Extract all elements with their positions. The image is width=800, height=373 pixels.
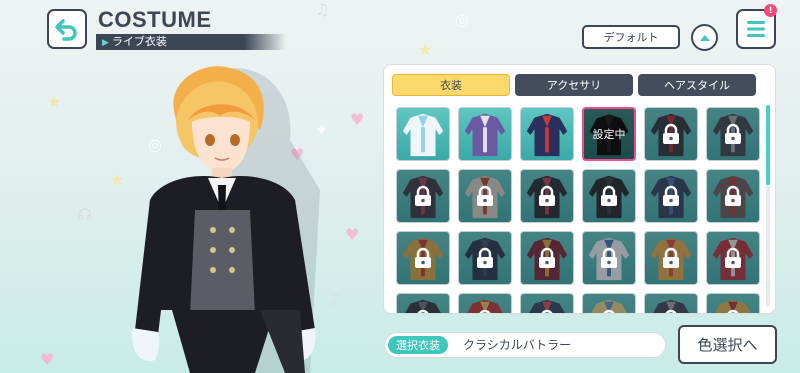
default-button[interactable]: デフォルト: [582, 25, 680, 49]
chevron-up-icon: [699, 34, 710, 41]
costume-tile[interactable]: [520, 107, 574, 161]
notification-badge: !: [764, 4, 777, 17]
tab-costume[interactable]: 衣装: [392, 74, 510, 96]
scrollbar-thumb[interactable]: [766, 105, 770, 185]
costume-tile[interactable]: [582, 293, 636, 313]
padlock-icon: [397, 232, 449, 284]
padlock-icon: [397, 170, 449, 222]
padlock-icon: [459, 232, 511, 284]
scroll-up-button[interactable]: [691, 24, 718, 51]
costume-tile[interactable]: [458, 293, 512, 313]
subtitle-text: ライブ衣装: [111, 35, 167, 48]
back-button[interactable]: [47, 9, 87, 49]
costume-tile[interactable]: [458, 169, 512, 223]
costume-tile[interactable]: [644, 107, 698, 161]
padlock-icon: [521, 232, 573, 284]
costume-tile[interactable]: [582, 169, 636, 223]
selected-costume-name: クラシカルバトラー: [463, 338, 572, 352]
selected-costume-label: 選択衣装: [388, 336, 448, 354]
back-arrow-icon: [55, 19, 77, 41]
padlock-icon: [521, 294, 573, 313]
disc-icon: ◎: [455, 10, 469, 29]
star-icon: ★: [47, 92, 62, 111]
costume-tile[interactable]: [520, 231, 574, 285]
costume-tile[interactable]: [706, 169, 760, 223]
page-title: COSTUME: [98, 7, 212, 32]
padlock-icon: [707, 232, 759, 284]
padlock-icon: [583, 294, 635, 313]
costume-tile[interactable]: [396, 107, 450, 161]
padlock-icon: [645, 294, 697, 313]
padlock-icon: [707, 294, 759, 313]
padlock-icon: [459, 294, 511, 313]
costume-tile[interactable]: [520, 293, 574, 313]
costume-tile[interactable]: [706, 231, 760, 285]
padlock-icon: [459, 170, 511, 222]
costume-tile[interactable]: [396, 169, 450, 223]
triangle-icon: ▶: [102, 38, 109, 48]
costume-grid: 設定中: [396, 107, 760, 313]
character-illustration: [131, 66, 320, 373]
hamburger-icon: [747, 21, 765, 37]
page-title-block: COSTUME ▶ ライブ衣装: [96, 7, 296, 51]
padlock-icon: [707, 170, 759, 222]
padlock-icon: [645, 170, 697, 222]
character-model[interactable]: [110, 60, 360, 373]
costume-thumbnail: [521, 108, 573, 160]
selected-costume-bar: 選択衣装 クラシカルバトラー: [384, 332, 666, 358]
color-select-button[interactable]: 色選択へ: [678, 325, 777, 364]
tab-hairstyle[interactable]: ヘアスタイル: [638, 74, 756, 96]
costume-tile[interactable]: [706, 293, 760, 313]
costume-tile[interactable]: [644, 231, 698, 285]
padlock-icon: [707, 108, 759, 160]
costume-thumbnail: [459, 108, 511, 160]
padlock-icon: [645, 232, 697, 284]
padlock-icon: [583, 232, 635, 284]
costume-tile[interactable]: [644, 169, 698, 223]
equipped-overlay: 設定中: [584, 109, 634, 159]
costume-tile[interactable]: [706, 107, 760, 161]
padlock-icon: [645, 108, 697, 160]
costume-thumbnail: [397, 108, 449, 160]
costume-tile[interactable]: [396, 231, 450, 285]
music-note-icon: ♫: [315, 0, 330, 19]
padlock-icon: [583, 170, 635, 222]
heart-icon: ♥: [40, 350, 55, 369]
tab-accessory[interactable]: アクセサリ: [515, 74, 633, 96]
costume-tile[interactable]: [458, 231, 512, 285]
headphone-icon: ☊: [78, 205, 93, 224]
padlock-icon: [521, 170, 573, 222]
costume-tile[interactable]: 設定中: [582, 107, 636, 161]
padlock-icon: [397, 294, 449, 313]
costume-panel: 衣装 アクセサリ ヘアスタイル 設定中: [383, 64, 776, 314]
costume-tile[interactable]: [458, 107, 512, 161]
costume-tile[interactable]: [644, 293, 698, 313]
costume-tile[interactable]: [396, 293, 450, 313]
star-icon: ★: [418, 40, 433, 59]
page-subtitle: ▶ ライブ衣装: [102, 34, 167, 50]
costume-tile[interactable]: [520, 169, 574, 223]
costume-tile[interactable]: [582, 231, 636, 285]
